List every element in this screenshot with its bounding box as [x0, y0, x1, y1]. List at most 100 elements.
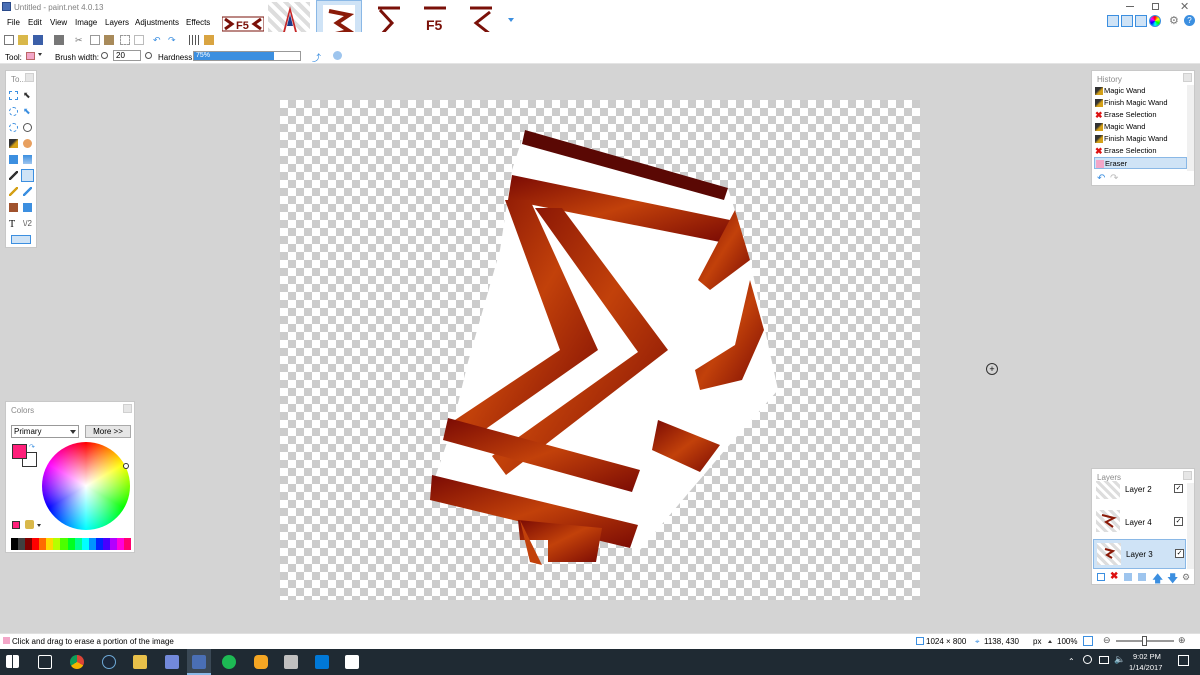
pencil-icon[interactable] [9, 187, 18, 196]
open-icon[interactable] [18, 35, 28, 45]
blend-mode-icon[interactable] [333, 51, 342, 60]
merge-layer-icon[interactable] [1138, 573, 1146, 581]
new-icon[interactable] [4, 35, 14, 45]
zoom-icon[interactable] [23, 123, 32, 132]
palette-swatch[interactable] [11, 538, 19, 550]
layer-visible-checkbox[interactable]: ✓ [1175, 549, 1184, 558]
move-layer-up-icon[interactable]: 🡅 [1152, 570, 1163, 589]
history-undo-icon[interactable]: ↶ [1097, 173, 1105, 184]
duplicate-layer-icon[interactable] [1124, 573, 1132, 581]
history-item[interactable]: ✖ Erase Selection [1094, 109, 1187, 121]
store-icon[interactable] [315, 655, 329, 669]
close-icon[interactable]: ✕ [1180, 0, 1189, 13]
palette-icon[interactable] [25, 520, 34, 529]
palette-dropdown-icon[interactable] [37, 524, 41, 527]
palette-swatch[interactable] [124, 538, 132, 550]
paste-icon[interactable] [104, 35, 114, 45]
task-view-icon[interactable] [38, 655, 52, 669]
brush-width-input[interactable]: 20 [113, 50, 141, 61]
menu-effects[interactable]: Effects [186, 18, 210, 27]
tools-toggle-icon[interactable] [1107, 15, 1119, 27]
menu-image[interactable]: Image [75, 18, 97, 27]
lasso-select-icon[interactable] [9, 107, 18, 116]
palette-swatch[interactable] [109, 538, 117, 550]
zoom-slider[interactable] [1116, 636, 1174, 646]
zoom-in-icon[interactable]: ⊕ [1178, 635, 1186, 646]
layers-close[interactable] [1183, 471, 1192, 480]
crop-icon[interactable] [120, 35, 130, 45]
more-colors-button[interactable]: More >> [85, 425, 131, 438]
thumbs-dropdown-icon[interactable] [508, 18, 514, 22]
palette-swatch[interactable] [95, 538, 103, 550]
clock-time[interactable]: 9:02 PM [1133, 652, 1161, 661]
palette-swatch[interactable] [67, 538, 75, 550]
menu-view[interactable]: View [50, 18, 67, 27]
menu-edit[interactable]: Edit [28, 18, 42, 27]
grid-icon[interactable] [189, 35, 199, 45]
add-layer-icon[interactable] [1097, 573, 1105, 581]
history-item[interactable]: Finish Magic Wand [1094, 133, 1187, 145]
move-layer-down-icon[interactable]: 🡇 [1167, 570, 1178, 589]
ruler-icon[interactable] [204, 35, 214, 45]
shapes-icon[interactable] [11, 235, 31, 244]
layers-toggle-icon[interactable] [1135, 15, 1147, 27]
palette-swatch[interactable] [60, 538, 68, 550]
layer-row[interactable]: Layer 2 ✓ [1093, 481, 1186, 505]
color-mode-select[interactable]: Primary [11, 425, 79, 438]
swap-colors-icon[interactable]: ↷ [29, 443, 35, 451]
text-tool-icon[interactable]: T [9, 219, 15, 230]
tray-chevron-icon[interactable]: ⌃ [1068, 657, 1075, 666]
history-toggle-icon[interactable] [1121, 15, 1133, 27]
history-item[interactable]: Finish Magic Wand [1094, 97, 1187, 109]
spotify-icon[interactable] [222, 655, 236, 669]
delete-layer-icon[interactable]: ✖ [1110, 571, 1118, 582]
chrome-icon[interactable] [70, 655, 84, 669]
history-scrollbar[interactable] [1187, 85, 1194, 171]
history-item[interactable]: Magic Wand [1094, 85, 1187, 97]
menu-file[interactable]: File [7, 18, 20, 27]
restore-icon[interactable] [1152, 3, 1159, 10]
image-canvas[interactable] [280, 100, 920, 600]
discord-icon[interactable] [165, 655, 179, 669]
palette-swatch[interactable] [39, 538, 47, 550]
help-icon[interactable]: ? [1184, 15, 1195, 26]
move-selected-icon[interactable]: ⬉ [23, 91, 32, 100]
minimize-icon[interactable] [1126, 6, 1134, 7]
layer-row-selected[interactable]: Layer 3 ✓ [1093, 539, 1186, 569]
colors-close[interactable] [123, 404, 132, 413]
palette-swatch[interactable] [74, 538, 82, 550]
color-wheel[interactable] [42, 442, 130, 530]
layer-properties-icon[interactable]: ⚙ [1182, 572, 1190, 583]
photos-icon[interactable] [345, 655, 359, 669]
paintbrush-icon[interactable] [9, 171, 18, 180]
app-icon-gray[interactable] [284, 655, 298, 669]
start-windows-icon[interactable] [6, 655, 19, 668]
zoom-level[interactable]: 100% [1057, 637, 1077, 646]
palette-swatch[interactable] [32, 538, 40, 550]
recolor-icon[interactable] [23, 203, 32, 212]
line-curve-icon[interactable]: \/2 [23, 219, 32, 228]
color-picker-icon[interactable] [23, 187, 32, 196]
undo-icon[interactable]: ↶ [153, 35, 163, 45]
notifications-icon[interactable] [1178, 655, 1189, 666]
tray-app-icon[interactable] [1083, 655, 1092, 664]
ellipse-select-icon[interactable] [9, 123, 18, 132]
increase-width-icon[interactable] [145, 52, 152, 59]
color-wheel-handle[interactable] [123, 463, 129, 469]
unit-select[interactable]: px [1033, 637, 1041, 646]
palette-swatch[interactable] [88, 538, 96, 550]
file-explorer-icon[interactable] [133, 655, 147, 669]
palette-swatch[interactable] [18, 538, 26, 550]
palette-swatch[interactable] [116, 538, 124, 550]
history-redo-icon[interactable]: ↷ [1110, 173, 1118, 184]
layer-visible-checkbox[interactable]: ✓ [1174, 517, 1183, 526]
zoom-out-icon[interactable]: ⊖ [1103, 635, 1111, 646]
layers-scrollbar[interactable] [1187, 483, 1194, 569]
redo-icon[interactable]: ↷ [168, 35, 178, 45]
palette-swatch[interactable] [81, 538, 89, 550]
hardness-slider[interactable]: 75% [193, 51, 301, 61]
zoom-fit-icon[interactable] [1083, 636, 1093, 646]
history-item[interactable]: Magic Wand [1094, 121, 1187, 133]
cut-icon[interactable]: ✂ [75, 35, 85, 45]
volume-icon[interactable]: 🔈 [1114, 654, 1125, 665]
